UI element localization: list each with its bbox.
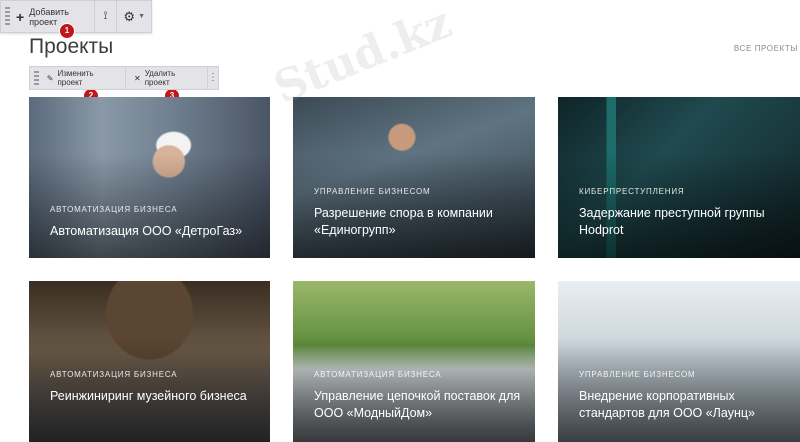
- delete-project-label: Удалить проект: [144, 69, 176, 87]
- close-icon: ✕: [134, 73, 141, 83]
- project-title: Задержание преступной группы Hodprot: [579, 206, 765, 237]
- gear-icon: ⚙: [123, 8, 136, 24]
- settings-button[interactable]: ⚙ ▼: [117, 9, 151, 25]
- edit-project-label: Изменить проект: [57, 69, 94, 87]
- project-category: АВТОМАТИЗАЦИЯ БИЗНЕСА: [314, 370, 442, 379]
- project-card[interactable]: АВТОМАТИЗАЦИЯ БИЗНЕСА Автоматизация ООО …: [29, 97, 270, 258]
- chevron-down-icon: ▼: [138, 13, 145, 20]
- admin-toolbar: + Добавить проект ⟟ ⚙ ▼: [0, 0, 152, 33]
- pencil-icon: ✎: [46, 73, 54, 83]
- add-project-button[interactable]: + Добавить проект: [10, 1, 95, 32]
- more-icon[interactable]: ⋮: [207, 67, 218, 89]
- project-category: УПРАВЛЕНИЕ БИЗНЕСОМ: [579, 370, 696, 379]
- delete-project-button[interactable]: ✕ Удалить проект: [125, 67, 207, 89]
- project-category: АВТОМАТИЗАЦИЯ БИЗНЕСА: [50, 370, 178, 379]
- project-category: УПРАВЛЕНИЕ БИЗНЕСОМ: [314, 187, 431, 196]
- project-category: АВТОМАТИЗАЦИЯ БИЗНЕСА: [50, 205, 178, 214]
- project-card[interactable]: УПРАВЛЕНИЕ БИЗНЕСОМ Разрешение спора в к…: [293, 97, 535, 258]
- project-card[interactable]: КИБЕРПРЕСТУПЛЕНИЯ Задержание преступной …: [558, 97, 800, 258]
- all-projects-link[interactable]: ВСЕ ПРОЕКТЫ: [734, 44, 798, 53]
- project-title: Автоматизация ООО «ДетроГаз»: [50, 224, 243, 238]
- project-title: Разрешение спора в компании «Единогрупп»: [314, 206, 493, 237]
- project-category: КИБЕРПРЕСТУПЛЕНИЯ: [579, 187, 685, 196]
- add-project-label: Добавить проект: [29, 6, 69, 27]
- item-toolbar: ✎ Изменить проект ✕ Удалить проект ⋮: [29, 66, 219, 90]
- project-title: Внедрение корпоративных стандартов для О…: [579, 389, 755, 420]
- plus-icon: +: [16, 8, 25, 25]
- project-title: Управление цепочкой поставок для ООО «Мо…: [314, 389, 521, 420]
- project-title: Реинжиниринг музейного бизнеса: [50, 389, 247, 403]
- project-card[interactable]: АВТОМАТИЗАЦИЯ БИЗНЕСА Реинжиниринг музей…: [29, 281, 270, 442]
- project-card[interactable]: УПРАВЛЕНИЕ БИЗНЕСОМ Внедрение корпоратив…: [558, 281, 800, 442]
- project-card[interactable]: АВТОМАТИЗАЦИЯ БИЗНЕСА Управление цепочко…: [293, 281, 535, 442]
- pin-icon[interactable]: ⟟: [95, 1, 118, 32]
- edit-project-button[interactable]: ✎ Изменить проект: [39, 67, 125, 89]
- page-title: Проекты: [29, 35, 114, 58]
